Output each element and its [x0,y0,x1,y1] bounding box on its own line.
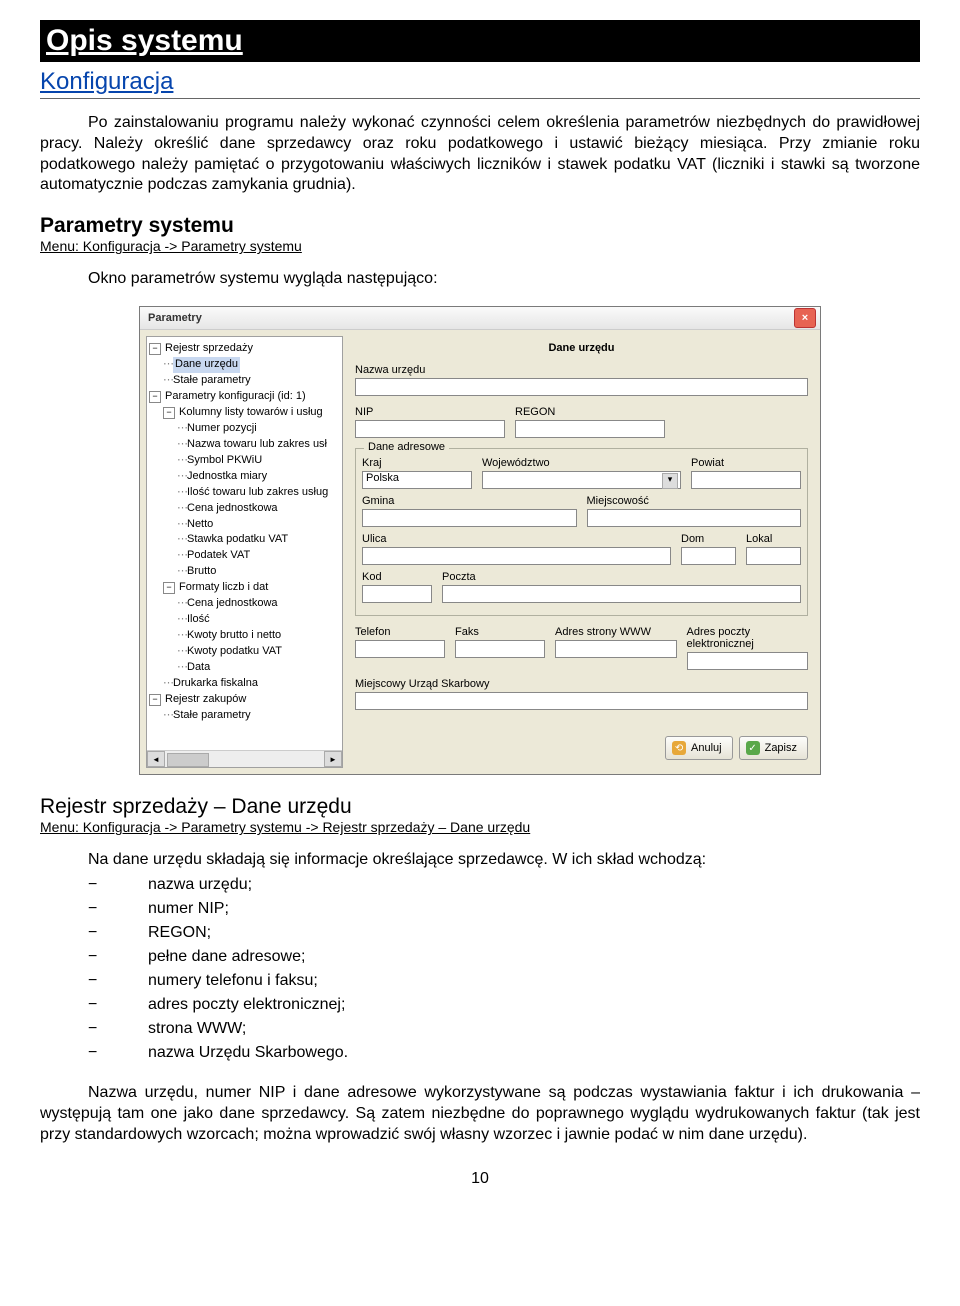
label-lokal: Lokal [746,533,801,545]
tree-node-formaty[interactable]: −Formaty liczb i dat [149,580,340,596]
list-item: numer NIP; [40,897,920,921]
tree-panel: −Rejestr sprzedaży ⋯Dane urzędu ⋯Stałe p… [146,336,343,768]
label-poczta: Poczta [442,571,801,583]
scroll-left-icon[interactable]: ◄ [147,751,165,767]
input-nip[interactable] [355,420,505,438]
tree-node-rejestr-zakupow[interactable]: −Rejestr zakupów [149,692,340,708]
label-kod: Kod [362,571,432,583]
input-powiat[interactable] [691,471,801,489]
groupbox-legend: Dane adresowe [364,441,449,453]
input-miejsc[interactable] [587,509,802,527]
tree-leaf[interactable]: ⋯Jednostka miary [149,469,340,485]
paragraph-last: Nazwa urzędu, numer NIP i dane adresowe … [40,1083,920,1145]
tree-node-dane-urzedu[interactable]: ⋯Dane urzędu [149,357,340,373]
input-regon[interactable] [515,420,665,438]
dialog-title: Parametry [144,312,202,324]
list-item: nazwa Urzędu Skarbowego. [40,1041,920,1065]
label-woj: Województwo [482,457,681,469]
input-kod[interactable] [362,585,432,603]
section-link-konfiguracja[interactable]: Konfiguracja [40,68,920,99]
list-item: adres poczty elektronicznej; [40,993,920,1017]
cancel-icon: ⟲ [672,741,686,755]
label-kraj: Kraj [362,457,472,469]
input-poczta[interactable] [442,585,801,603]
label-nip: NIP [355,406,505,418]
list-item: REGON; [40,921,920,945]
tree-node-stale-parametry[interactable]: ⋯Stałe parametry [149,373,340,389]
select-woj[interactable] [482,471,681,489]
save-icon: ✓ [746,741,760,755]
tree-leaf[interactable]: ⋯Kwoty brutto i netto [149,628,340,644]
tree-leaf[interactable]: ⋯Cena jednostkowa [149,596,340,612]
paragraph-intro: Po zainstalowaniu programu należy wykona… [40,113,920,196]
menu-path-2: Menu: Konfiguracja -> Parametry systemu … [40,819,920,835]
tree-leaf[interactable]: ⋯Brutto [149,564,340,580]
input-faks[interactable] [455,640,545,658]
page-heading: Opis systemu [40,20,920,62]
intro-line-2: Na dane urzędu składają się informacje o… [88,851,920,869]
tree-leaf[interactable]: ⋯Symbol PKWiU [149,453,340,469]
subheading-rejestr-dane: Rejestr sprzedaży – Dane urzędu [40,795,920,819]
input-telefon[interactable] [355,640,445,658]
label-email: Adres poczty elektronicznej [687,626,809,650]
input-kraj[interactable]: Polska [362,471,472,489]
form-panel: Dane urzędu Nazwa urzędu NIP [349,336,814,768]
tree-node-kolumny[interactable]: −Kolumny listy towarów i usług [149,405,340,421]
input-email[interactable] [687,652,809,670]
tree-leaf[interactable]: ⋯Kwoty podatku VAT [149,644,340,660]
tree-node-rejestr-sprzedazy[interactable]: −Rejestr sprzedaży [149,341,340,357]
input-ulica[interactable] [362,547,671,565]
groupbox-adres: Dane adresowe Kraj Polska Województwo [355,448,808,616]
label-miejsc: Miejscowość [587,495,802,507]
intro-line-1: Okno parametrów systemu wygląda następuj… [88,270,920,288]
tree-leaf[interactable]: ⋯Nazwa towaru lub zakres usł [149,437,340,453]
parametry-dialog: Parametry × −Rejestr sprzedaży ⋯Dane urz… [139,306,821,775]
label-gmina: Gmina [362,495,577,507]
label-urzad-skarbowy: Miejscowy Urząd Skarbowy [355,678,808,690]
scroll-right-icon[interactable]: ► [324,751,342,767]
tree-node-drukarka[interactable]: ⋯Drukarka fiskalna [149,676,340,692]
label-nazwa: Nazwa urzędu [355,364,808,376]
list-item: pełne dane adresowe; [40,945,920,969]
page-number: 10 [40,1170,920,1188]
subheading-parametry: Parametry systemu [40,214,920,238]
tree-leaf[interactable]: ⋯Ilość [149,612,340,628]
tree-leaf[interactable]: ⋯Ilość towaru lub zakres usług [149,485,340,501]
save-button[interactable]: ✓ Zapisz [739,736,808,760]
label-powiat: Powiat [691,457,801,469]
scroll-thumb[interactable] [167,753,209,767]
dialog-titlebar[interactable]: Parametry × [140,307,820,330]
tree-leaf[interactable]: ⋯Cena jednostkowa [149,501,340,517]
bullet-list: nazwa urzędu; numer NIP; REGON; pełne da… [40,873,920,1065]
label-www: Adres strony WWW [555,626,677,638]
label-ulica: Ulica [362,533,671,545]
menu-path-1: Menu: Konfiguracja -> Parametry systemu [40,238,920,254]
list-item: strona WWW; [40,1017,920,1041]
tree-leaf[interactable]: ⋯Stałe parametry [149,708,340,724]
label-telefon: Telefon [355,626,445,638]
tree-leaf[interactable]: ⋯Podatek VAT [149,548,340,564]
input-nazwa[interactable] [355,378,808,396]
form-panel-title: Dane urzędu [349,336,814,364]
input-gmina[interactable] [362,509,577,527]
tree-node-parametry-konfig[interactable]: −Parametry konfiguracji (id: 1) [149,389,340,405]
tree-leaf[interactable]: ⋯Numer pozycji [149,421,340,437]
tree-leaf[interactable]: ⋯Data [149,660,340,676]
tree-hscrollbar[interactable]: ◄ ► [147,750,342,767]
label-regon: REGON [515,406,665,418]
input-urzad-skarbowy[interactable] [355,692,808,710]
cancel-button[interactable]: ⟲ Anuluj [665,736,733,760]
list-item: numery telefonu i faksu; [40,969,920,993]
tree-leaf[interactable]: ⋯Netto [149,517,340,533]
cancel-label: Anuluj [691,742,722,754]
label-faks: Faks [455,626,545,638]
tree-leaf[interactable]: ⋯Stawka podatku VAT [149,532,340,548]
input-www[interactable] [555,640,677,658]
input-dom[interactable] [681,547,736,565]
input-lokal[interactable] [746,547,801,565]
label-dom: Dom [681,533,736,545]
save-label: Zapisz [765,742,797,754]
close-icon[interactable]: × [794,308,816,328]
list-item: nazwa urzędu; [40,873,920,897]
